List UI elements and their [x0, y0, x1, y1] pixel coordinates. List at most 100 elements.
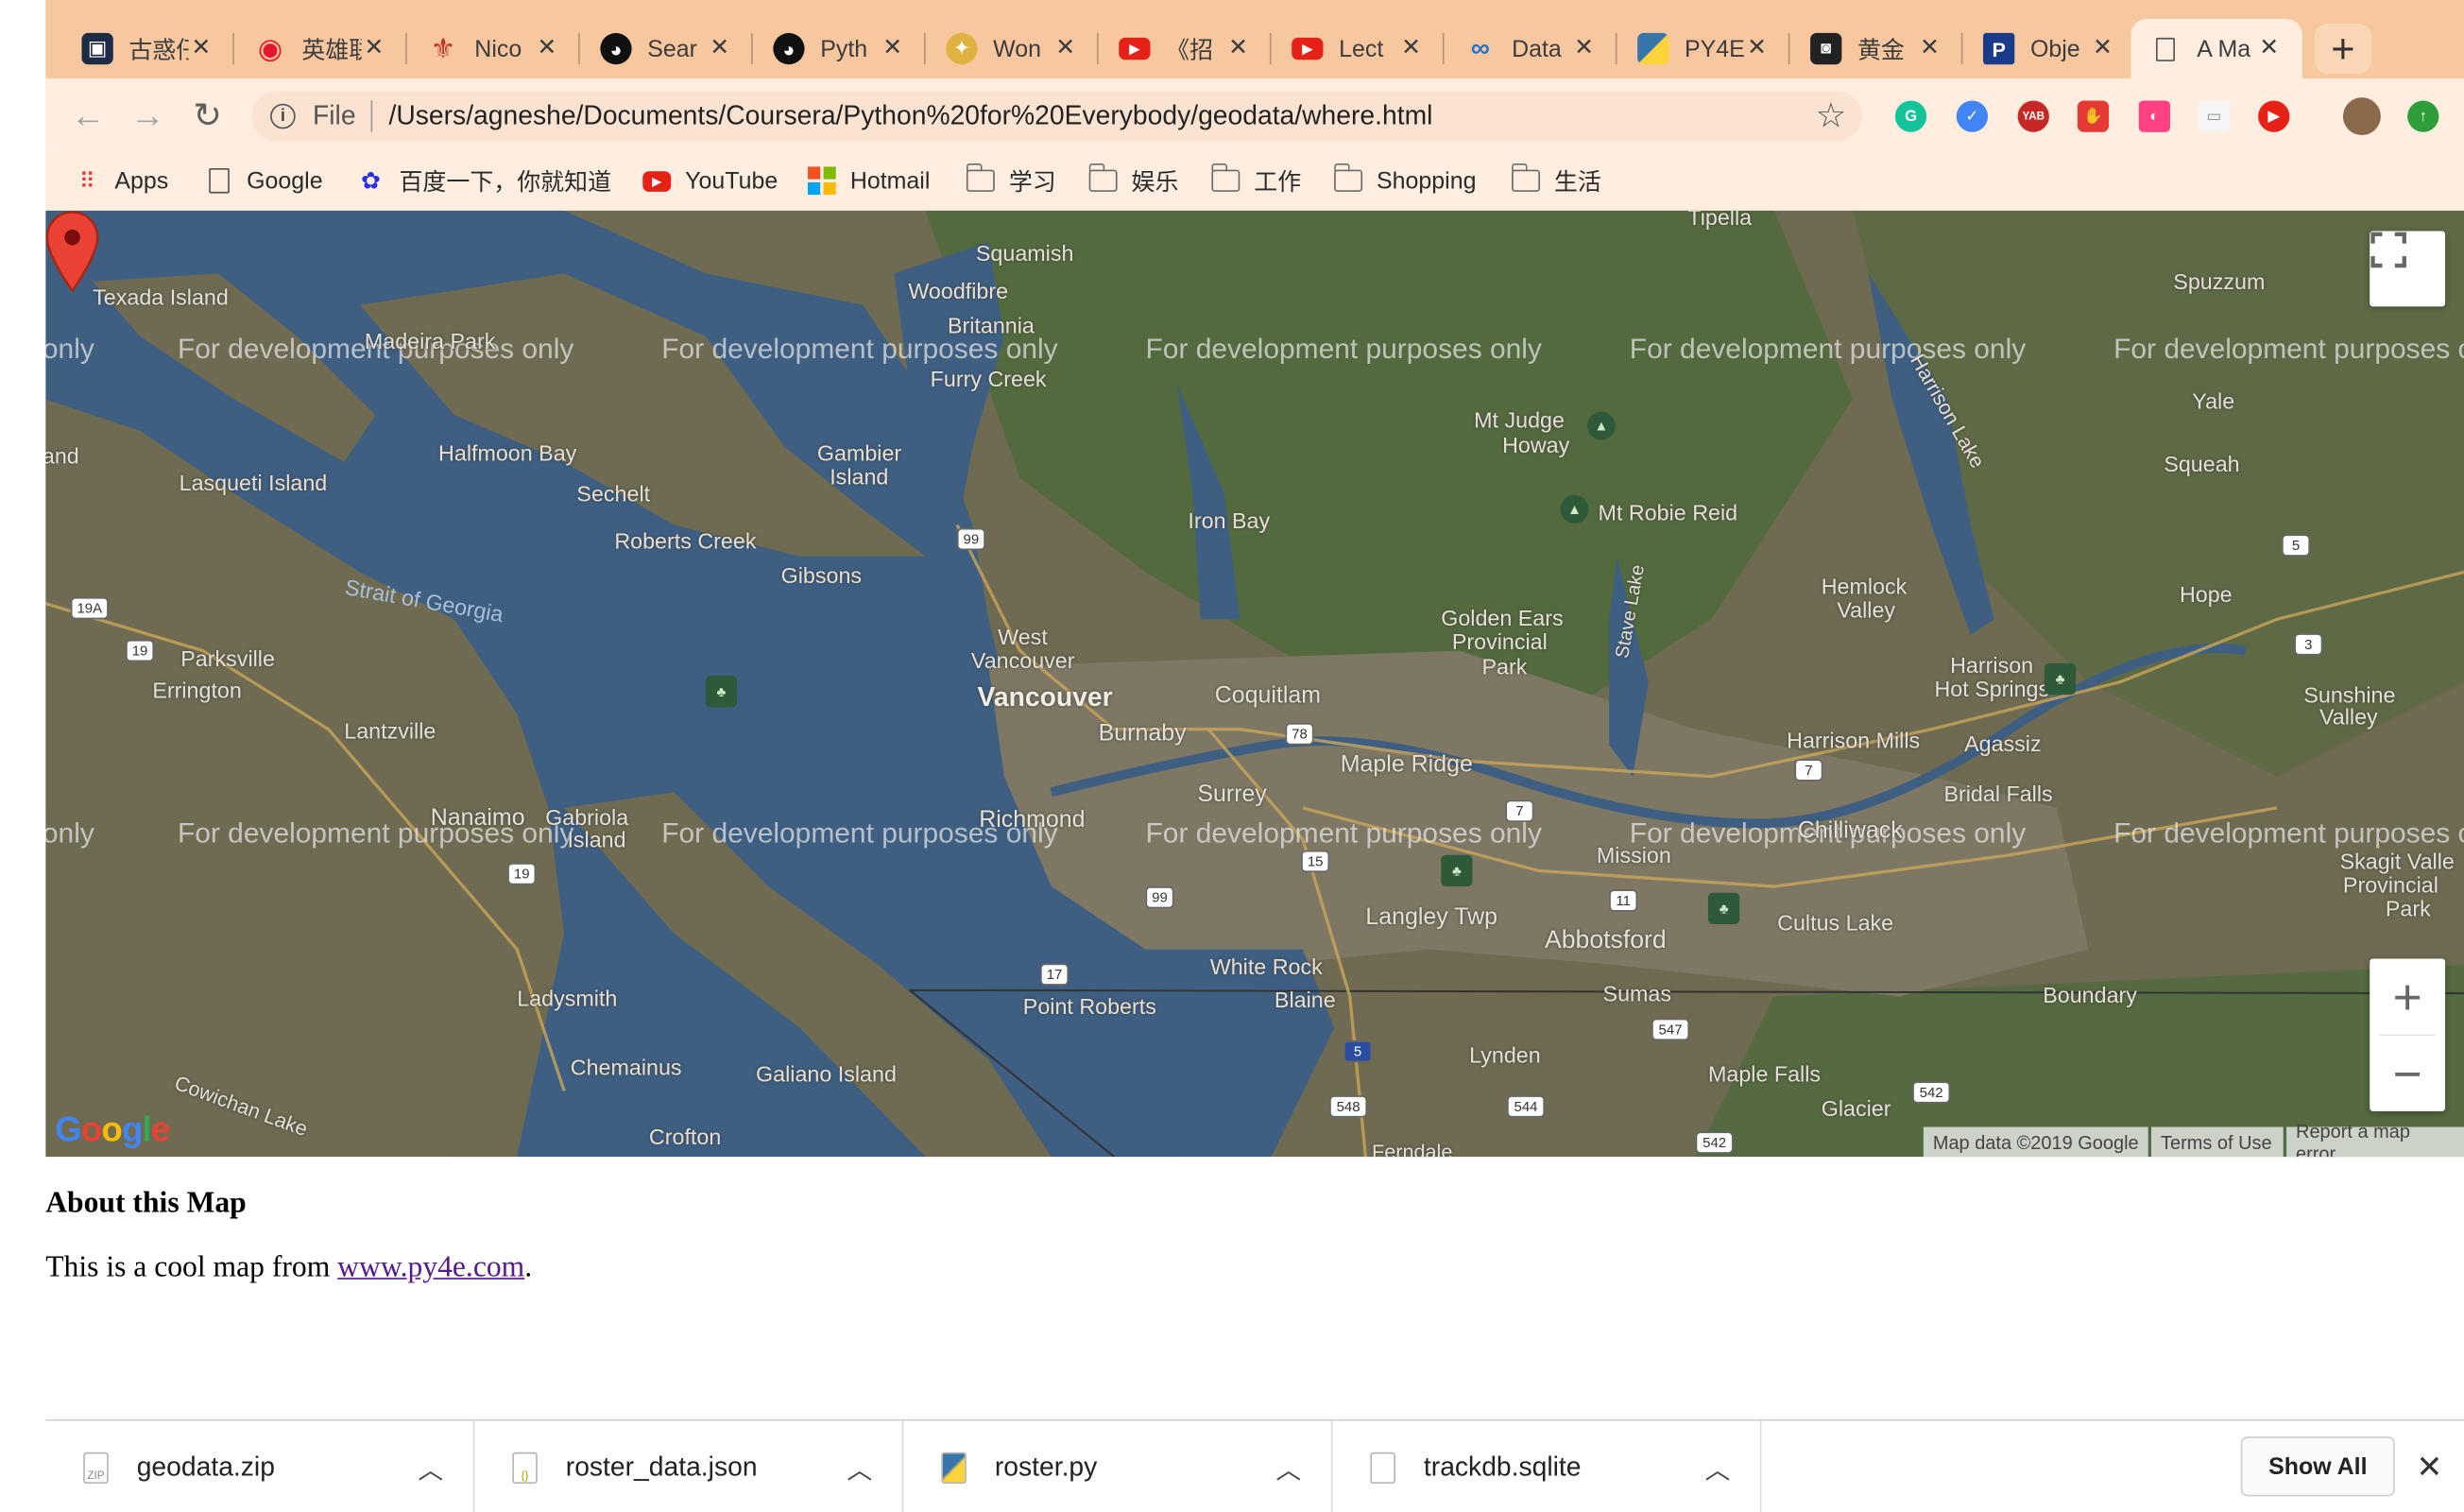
map-label: Harrison Mills: [1787, 728, 1921, 753]
tab-3[interactable]: ◕ Sear ✕: [581, 19, 753, 78]
map-label: Park: [2385, 896, 2431, 921]
chevron-up-icon[interactable]: ︿: [1701, 1449, 1736, 1486]
zoom-in-button[interactable]: +: [2370, 959, 2445, 1035]
bookmark-star-icon[interactable]: ☆: [1816, 95, 1847, 136]
map-label: Ladysmith: [517, 985, 618, 1011]
tab-1[interactable]: ◉ 英雄联 ✕: [235, 19, 407, 78]
bookmark-folder-study[interactable]: 学习: [966, 161, 1056, 201]
close-tab-icon[interactable]: ✕: [1397, 33, 1426, 61]
bookmark-folder-life[interactable]: 生活: [1511, 161, 1601, 201]
extension-blank-icon[interactable]: ▭: [2198, 100, 2231, 132]
py4e-link[interactable]: www.py4e.com: [337, 1251, 524, 1284]
close-tab-icon[interactable]: ✕: [1224, 33, 1253, 61]
close-tab-icon[interactable]: ✕: [706, 33, 734, 61]
extension-pink-icon[interactable]: ◐: [2138, 100, 2170, 132]
tab-8[interactable]: ∞ Data ✕: [1446, 19, 1617, 78]
close-download-bar-icon[interactable]: ✕: [2410, 1444, 2448, 1488]
tab-6[interactable]: ▶ 《招 ✕: [1100, 19, 1272, 78]
bookmark-label: 百度一下，你就知道: [399, 168, 612, 197]
fullscreen-button[interactable]: [2370, 231, 2446, 307]
close-tab-icon[interactable]: ✕: [1743, 33, 1771, 61]
forward-button[interactable]: →: [126, 94, 170, 139]
stop-hand-icon[interactable]: ✋: [2077, 100, 2110, 132]
map-label: Lantzville: [344, 718, 436, 744]
grammarly-icon[interactable]: G: [1894, 100, 1927, 132]
route-shield: 5: [2282, 534, 2311, 557]
download-item[interactable]: ZIP geodata.zip ︿: [45, 1420, 475, 1512]
map-label: Squeah: [2164, 451, 2240, 476]
map-label: Cultus Lake: [1777, 909, 1894, 936]
bookmark-folder-entertainment[interactable]: 娱乐: [1087, 161, 1178, 201]
watermark: For development purposes only: [2113, 816, 2464, 850]
close-tab-icon[interactable]: ✕: [2088, 33, 2116, 61]
show-all-button[interactable]: Show All: [2240, 1436, 2395, 1497]
bookmark-baidu[interactable]: ✿ 百度一下，你就知道: [357, 161, 611, 201]
file-icon: [1370, 1451, 1395, 1484]
reload-button[interactable]: ↻: [185, 94, 230, 139]
download-bar: ZIP geodata.zip ︿ {} roster_data.json ︿ …: [45, 1418, 2464, 1512]
bookmark-folder-shopping[interactable]: Shopping: [1333, 161, 1476, 201]
map-label: Coquitlam: [1214, 681, 1322, 710]
bookmark-youtube[interactable]: ▶ YouTube: [642, 161, 778, 201]
address-bar[interactable]: i File /Users/agneshe/Documents/Coursera…: [251, 91, 1862, 142]
close-tab-icon[interactable]: ✕: [1916, 33, 1944, 61]
back-button[interactable]: ←: [66, 94, 111, 139]
bookmark-folder-work[interactable]: 工作: [1210, 161, 1301, 201]
download-item[interactable]: trackdb.sqlite ︿: [1332, 1420, 1762, 1512]
tab-0[interactable]: ▣ 古惑仔 ✕: [63, 19, 234, 78]
info-icon[interactable]: i: [270, 103, 296, 129]
tab-7[interactable]: ▶ Lect ✕: [1273, 19, 1445, 78]
youtube-icon: ▶: [1119, 37, 1151, 60]
avatar[interactable]: [2342, 97, 2381, 136]
route-shield: 3: [2294, 633, 2323, 656]
update-arrow-icon[interactable]: ↑: [2407, 100, 2439, 132]
zoom-out-button[interactable]: −: [2370, 1036, 2445, 1111]
tab-12-active[interactable]: A Ma ✕: [2130, 18, 2302, 79]
map-label: Gibsons: [780, 562, 863, 589]
close-tab-icon[interactable]: ✕: [533, 33, 561, 61]
youtube-play-icon[interactable]: ▶: [2258, 100, 2290, 132]
close-tab-icon[interactable]: ✕: [2255, 33, 2284, 61]
download-item[interactable]: roster.py ︿: [903, 1420, 1333, 1512]
tab-2[interactable]: ⚜ Nico ✕: [408, 19, 580, 78]
close-tab-icon[interactable]: ✕: [1052, 33, 1080, 61]
chevron-up-icon[interactable]: ︿: [843, 1449, 878, 1486]
map-label: Park: [1481, 653, 1528, 679]
tab-11[interactable]: P Obje ✕: [1964, 19, 2135, 78]
browser-window: ▣ 古惑仔 ✕ ◉ 英雄联 ✕ ⚜ Nico ✕ ◕ Sear ✕ ◕ Pyth…: [0, 0, 2464, 1512]
close-tab-icon[interactable]: ✕: [879, 33, 907, 61]
tab-10[interactable]: ◙ 黄金 ✕: [1791, 19, 1963, 78]
vintage-icon: ◙: [1810, 32, 1842, 65]
url-text[interactable]: /Users/agneshe/Documents/Coursera/Python…: [389, 100, 1433, 131]
close-tab-icon[interactable]: ✕: [1570, 33, 1599, 61]
yab-icon[interactable]: YAB: [2017, 100, 2049, 132]
map-data-attribution: Map data ©2019 Google: [1923, 1126, 2148, 1158]
location-marker-icon[interactable]: [45, 211, 99, 293]
new-tab-button[interactable]: +: [2314, 23, 2371, 75]
tab-5[interactable]: ✦ Won ✕: [927, 19, 1099, 78]
report-map-error-link[interactable]: Report a map error: [2286, 1120, 2464, 1157]
map-label: Tipella: [1687, 210, 1753, 230]
map-label: Texada Island: [93, 284, 229, 310]
tab-9[interactable]: PY4E ✕: [1618, 19, 1790, 78]
pin-icon: ✦: [946, 32, 978, 65]
download-item[interactable]: {} roster_data.json ︿: [474, 1420, 904, 1512]
close-tab-icon[interactable]: ✕: [360, 33, 388, 61]
google-logo[interactable]: Google: [55, 1109, 170, 1150]
close-tab-icon[interactable]: ✕: [187, 33, 215, 61]
bookmark-google[interactable]: Google: [204, 161, 323, 201]
google-map[interactable]: only For development purposes only For d…: [45, 210, 2464, 1158]
bookmark-hotmail[interactable]: Hotmail: [807, 161, 930, 201]
bookmark-label: Google: [247, 167, 323, 195]
tab-separator: [1442, 32, 1445, 65]
chevron-up-icon[interactable]: ︿: [413, 1449, 448, 1486]
bookmark-apps[interactable]: ⠿ Apps: [73, 161, 169, 201]
chevron-up-icon[interactable]: ︿: [1272, 1449, 1307, 1486]
map-label: Spuzzum: [2173, 268, 2266, 295]
tab-4[interactable]: ◕ Pyth ✕: [754, 19, 926, 78]
route-shield: 544: [1507, 1095, 1545, 1118]
google-earth-icon[interactable]: ✓: [1956, 100, 1989, 132]
map-label: Madeira Park: [364, 328, 496, 354]
github-icon: ◕: [600, 32, 632, 65]
terms-of-use-link[interactable]: Terms of Use: [2151, 1126, 2284, 1158]
